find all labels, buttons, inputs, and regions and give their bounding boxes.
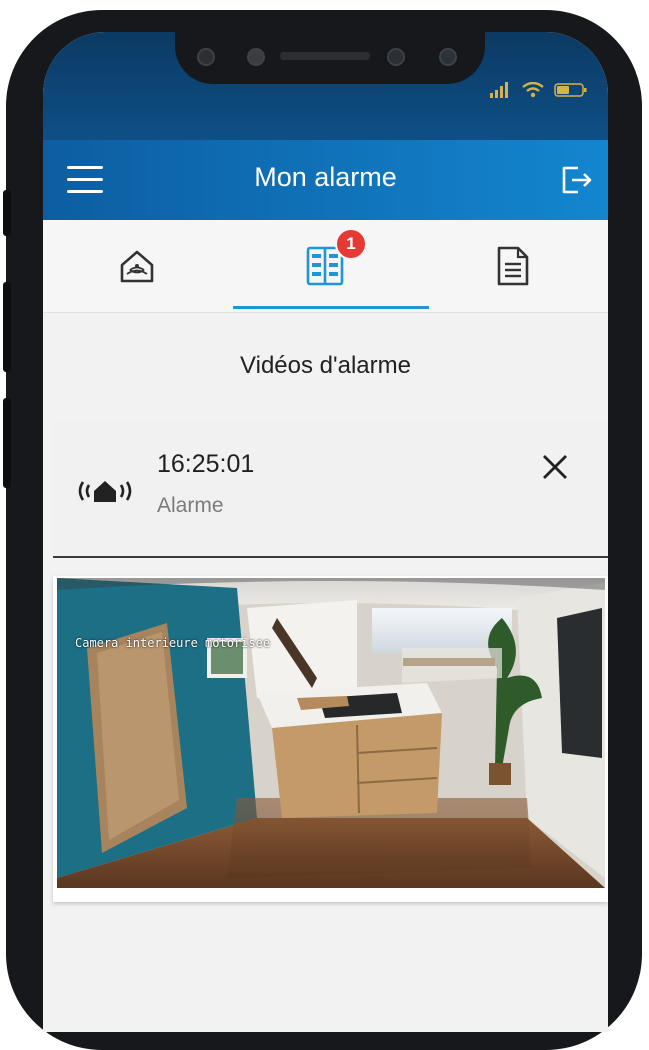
- logout-icon[interactable]: [558, 162, 594, 198]
- earpiece-speaker: [280, 52, 370, 60]
- document-icon: [497, 246, 529, 286]
- status-icons: [490, 82, 588, 98]
- battery-icon: [554, 83, 587, 97]
- tab-home[interactable]: [43, 220, 231, 312]
- signal-bars-icon: [490, 82, 508, 98]
- house-alarm-icon: [78, 481, 132, 502]
- app-screen: Mon alarme 1 Vidéos d'alarme 16:25:01 Al…: [43, 32, 608, 1032]
- tab-documents[interactable]: [419, 220, 607, 312]
- status-bar: [43, 32, 608, 140]
- camera-snapshot: [57, 578, 605, 888]
- volume-up-button: [3, 282, 11, 372]
- alarm-time: 16:25:01: [157, 450, 255, 478]
- app-title: Mon alarme: [254, 162, 397, 192]
- sensor-dot: [197, 48, 215, 66]
- volume-down-button: [3, 398, 11, 488]
- sensor-dot: [387, 48, 405, 66]
- house-icon: [120, 250, 154, 283]
- alarm-event-card[interactable]: 16:25:01 Alarme: [53, 420, 608, 558]
- camera-name-overlay: Camera interieure motorisee: [75, 636, 271, 650]
- active-tab-indicator: [233, 306, 429, 309]
- mute-switch: [3, 190, 11, 236]
- front-camera: [439, 48, 457, 66]
- tab-bar: 1: [43, 220, 608, 313]
- alarm-type: Alarme: [157, 494, 224, 517]
- wifi-icon: [522, 82, 544, 98]
- video-card[interactable]: Camera interieure motorisee: [53, 576, 608, 902]
- camera-video-frame[interactable]: Camera interieure motorisee: [57, 578, 605, 888]
- close-icon[interactable]: [540, 452, 570, 482]
- section-title: Vidéos d'alarme: [240, 352, 411, 379]
- sensor-dot: [247, 48, 265, 66]
- notification-badge: 1: [335, 228, 367, 260]
- phone-notch: [175, 32, 485, 84]
- app-bar: Mon alarme: [43, 140, 608, 220]
- tab-videos[interactable]: 1: [231, 220, 419, 312]
